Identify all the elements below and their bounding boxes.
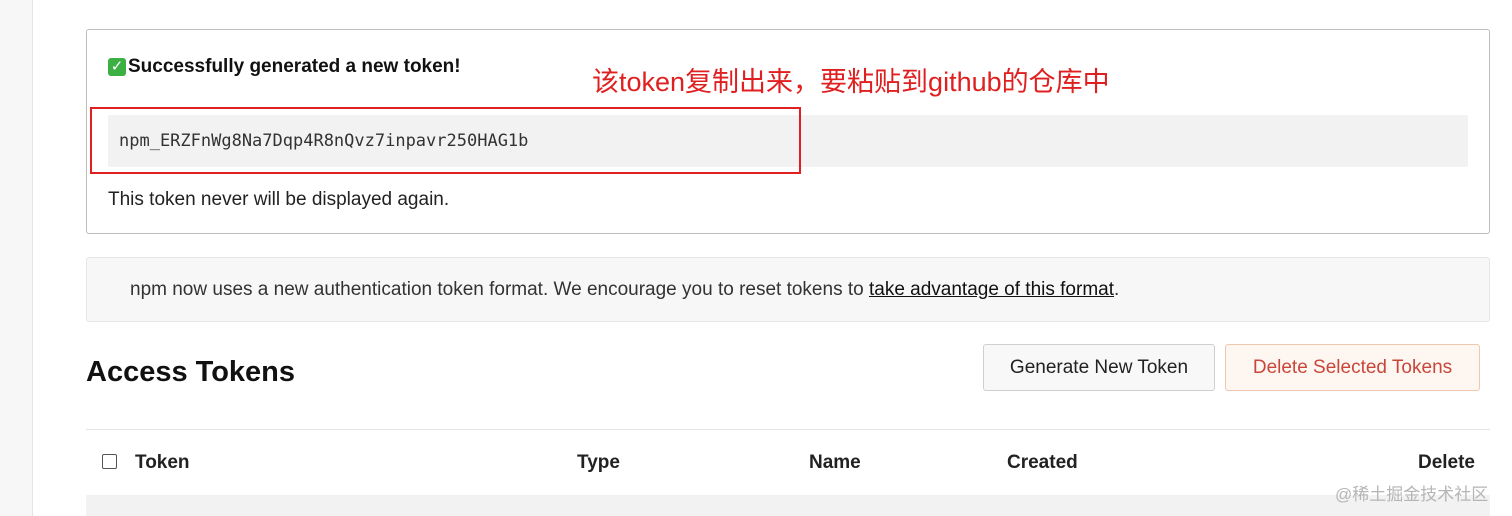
table-row [86,495,1490,516]
notice-text-before: npm now uses a new authentication token … [130,279,869,300]
format-notice-text: npm now uses a new authentication token … [130,279,1119,301]
column-header-name[interactable]: Name [809,452,861,474]
select-all-checkbox[interactable] [102,454,117,469]
success-title: ✓ Successfully generated a new token! [108,56,461,78]
column-header-created[interactable]: Created [1007,452,1078,474]
column-header-token[interactable]: Token [135,452,190,474]
left-sidebar-edge [0,0,33,516]
success-title-text: Successfully generated a new token! [128,56,461,77]
generate-token-button[interactable]: Generate New Token [983,344,1215,391]
delete-selected-button[interactable]: Delete Selected Tokens [1225,344,1480,391]
annotation-text: 该token复制出来，要粘贴到github的仓库中 [592,67,1110,97]
watermark: @稀土掘金技术社区 [1335,485,1489,504]
column-header-delete: Delete [1417,452,1475,473]
token-warning-text: This token never will be displayed again… [108,189,450,210]
column-header-type[interactable]: Type [577,452,620,474]
page-title: Access Tokens [86,356,296,388]
format-link[interactable]: take advantage of this format [869,279,1114,300]
notice-text-after: . [1114,279,1120,300]
checkmark-icon: ✓ [108,58,126,76]
table-divider [86,429,1490,430]
annotation-highlight-box [90,107,801,174]
